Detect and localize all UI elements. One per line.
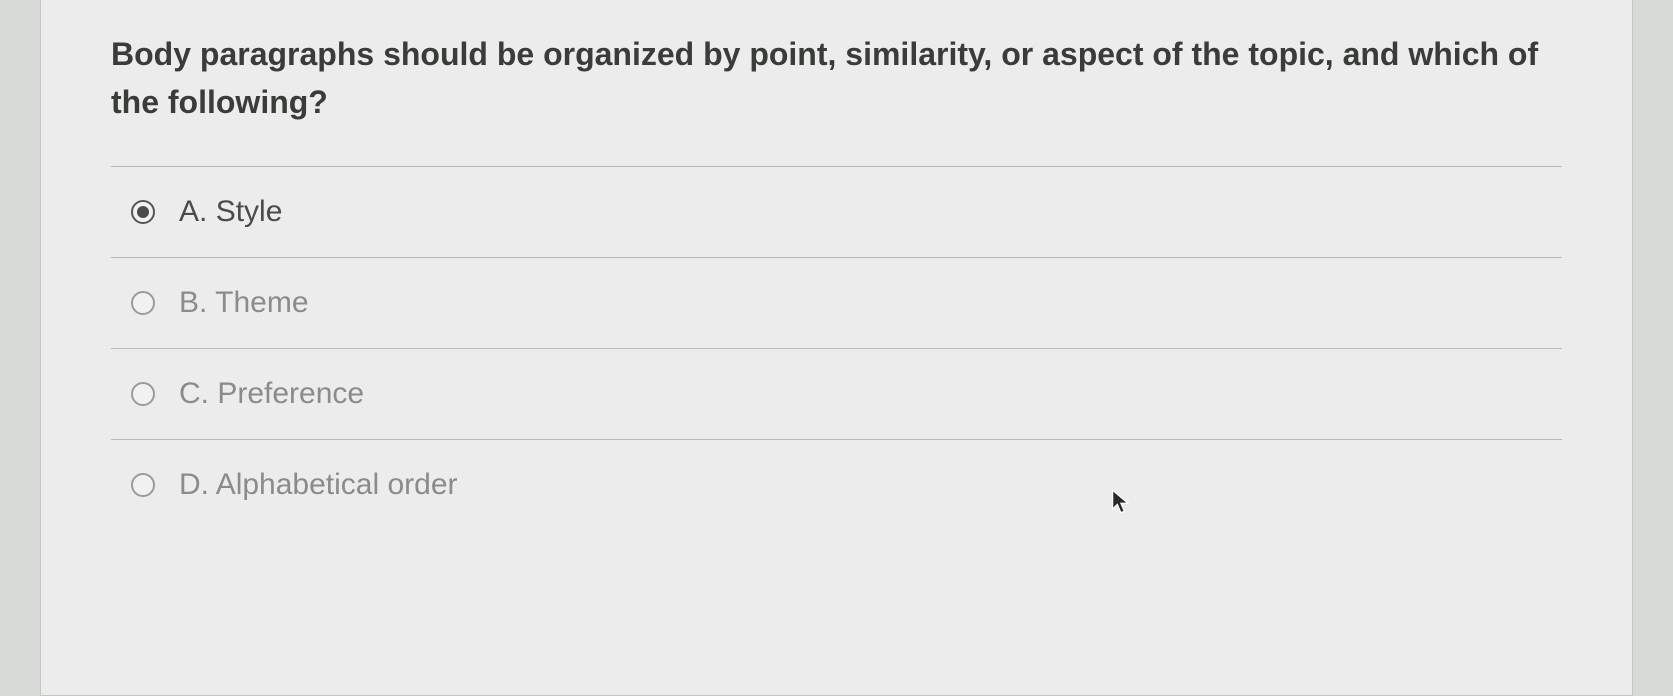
option-row-d[interactable]: D. Alphabetical order [111,439,1562,530]
option-row-b[interactable]: B. Theme [111,257,1562,348]
option-label-a: A. Style [179,195,282,229]
question-text: Body paragraphs should be organized by p… [41,0,1632,166]
option-label-b: B. Theme [179,286,309,320]
radio-a[interactable] [131,200,155,224]
question-card: Body paragraphs should be organized by p… [40,0,1633,696]
option-row-a[interactable]: A. Style [111,166,1562,257]
radio-c[interactable] [131,382,155,406]
radio-d[interactable] [131,473,155,497]
radio-b[interactable] [131,291,155,315]
option-label-d: D. Alphabetical order [179,468,458,502]
option-row-c[interactable]: C. Preference [111,348,1562,439]
options-container: A. Style B. Theme C. Preference D. Alpha… [41,166,1632,530]
option-label-c: C. Preference [179,377,364,411]
